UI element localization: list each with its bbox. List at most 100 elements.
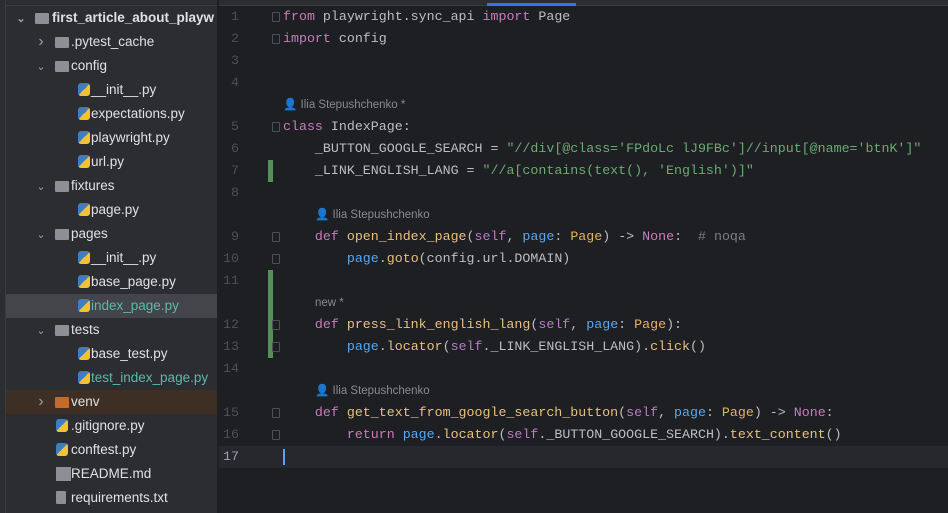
author-inlay-hint[interactable]: 👤 Ilia Stepushchenko * xyxy=(283,94,405,116)
tree-item[interactable]: .gitignore.py xyxy=(6,414,217,438)
code-token: _BUTTON_GOOGLE_SEARCH = xyxy=(283,141,507,156)
code-line[interactable]: 1 from playwright.sync_api import Page xyxy=(219,6,948,28)
tree-item[interactable]: conftest.py xyxy=(6,438,217,462)
tree-item[interactable]: url.py xyxy=(6,150,217,174)
code-token: : xyxy=(705,405,722,420)
fold-marker-icon[interactable] xyxy=(272,430,280,440)
fold-marker-icon[interactable] xyxy=(272,122,280,132)
code-line[interactable]: 5 class IndexPage: xyxy=(219,116,948,138)
tree-item[interactable]: base_page.py xyxy=(6,270,217,294)
code-token: page xyxy=(586,317,619,332)
line-number: 1 xyxy=(231,9,239,24)
tree-item[interactable]: requirements.txt xyxy=(6,486,217,510)
code-token: self xyxy=(450,339,483,354)
code-token: playwright.sync_api xyxy=(314,9,483,24)
code-text: from playwright.sync_api import Page xyxy=(283,6,570,28)
fold-marker-icon[interactable] xyxy=(272,34,280,44)
tree-item-label: expectations.py xyxy=(91,106,185,121)
fold-marker-icon[interactable] xyxy=(272,342,280,352)
tree-item[interactable]: playwright.py xyxy=(6,126,217,150)
code-line[interactable]: 10 page.goto(config.url.DOMAIN) xyxy=(219,248,948,270)
code-token: locator xyxy=(386,339,443,354)
code-token: . xyxy=(434,427,443,442)
tree-item[interactable]: README.md xyxy=(6,462,217,486)
tree-item[interactable]: __init__.py xyxy=(6,246,217,270)
code-line[interactable]: 8 xyxy=(219,182,948,204)
excluded-folder-icon xyxy=(55,397,69,408)
line-number: 11 xyxy=(223,273,239,288)
tree-item-label: conftest.py xyxy=(71,442,137,457)
code-line[interactable]: 12 def press_link_english_lang(self, pag… xyxy=(219,314,948,336)
tree-item[interactable]: ⌄ config xyxy=(6,54,217,78)
chevron-down-icon[interactable]: ⌄ xyxy=(36,174,46,198)
tree-item-label: fixtures xyxy=(71,178,115,193)
tree-item[interactable]: page.py xyxy=(6,198,217,222)
code-token: page xyxy=(674,405,706,420)
chevron-down-icon[interactable]: ⌄ xyxy=(36,318,46,342)
tree-item[interactable]: ⌄ pages xyxy=(6,222,217,246)
code-token: ._LINK_ENGLISH_LANG). xyxy=(482,339,651,354)
code-line[interactable]: 2 import config xyxy=(219,28,948,50)
code-line[interactable]: 16 return page.locator(self._BUTTON_GOOG… xyxy=(219,424,948,446)
tree-item[interactable]: index_page.py xyxy=(6,294,217,318)
python-file-icon xyxy=(78,371,90,384)
tree-item[interactable]: __init__.py xyxy=(6,78,217,102)
chevron-down-icon[interactable]: ⌄ xyxy=(16,6,26,30)
tree-item-label: __init__.py xyxy=(91,82,157,97)
vcs-change-marker[interactable] xyxy=(268,160,273,182)
chevron-down-icon[interactable]: ⌄ xyxy=(36,222,46,246)
tree-item[interactable]: expectations.py xyxy=(6,102,217,126)
code-line[interactable]: 14 xyxy=(219,358,948,380)
line-number: 8 xyxy=(231,185,239,200)
author-inlay-hint[interactable]: new * xyxy=(315,292,344,314)
code-line[interactable]: 15 def get_text_from_google_search_butto… xyxy=(219,402,948,424)
vcs-change-marker[interactable] xyxy=(268,292,273,314)
fold-marker-icon[interactable] xyxy=(272,320,280,330)
line-number: 2 xyxy=(231,31,239,46)
code-token: self xyxy=(626,405,659,420)
tree-item[interactable]: base_test.py xyxy=(6,342,217,366)
code-token: () xyxy=(825,427,842,442)
fold-marker-icon[interactable] xyxy=(272,254,280,264)
chevron-right-icon[interactable]: › xyxy=(36,390,46,414)
code-line[interactable]: 4 xyxy=(219,72,948,94)
code-line[interactable]: 7 _LINK_ENGLISH_LANG = "//a[contains(tex… xyxy=(219,160,948,182)
author-inlay-hint[interactable]: 👤 Ilia Stepushchenko xyxy=(315,380,430,402)
tree-item[interactable]: test_index_page.py xyxy=(6,366,217,390)
code-token: locator xyxy=(442,427,499,442)
code-line[interactable]: 6 _BUTTON_GOOGLE_SEARCH = "//div[@class=… xyxy=(219,138,948,160)
code-line[interactable]: 13 page.locator(self._LINK_ENGLISH_LANG)… xyxy=(219,336,948,358)
tree-item[interactable]: ⌄ first_article_about_playw xyxy=(6,6,217,30)
fold-marker-icon[interactable] xyxy=(272,408,280,418)
folder-icon xyxy=(55,325,69,336)
code-author-annotation[interactable]: 👤 Ilia Stepushchenko xyxy=(219,380,948,402)
tree-item[interactable]: ⌄ fixtures xyxy=(6,174,217,198)
code-line[interactable]: 17 xyxy=(219,446,948,468)
code-author-annotation[interactable]: 👤 Ilia Stepushchenko xyxy=(219,204,948,226)
chevron-down-icon[interactable]: ⌄ xyxy=(36,54,46,78)
code-token: _LINK_ENGLISH_LANG = xyxy=(283,163,483,178)
fold-marker-icon[interactable] xyxy=(272,12,280,22)
tree-item-label: requirements.txt xyxy=(71,490,168,505)
chevron-right-icon[interactable]: › xyxy=(36,30,46,54)
vcs-change-marker[interactable] xyxy=(268,270,273,292)
tree-item[interactable]: ⌄ tests xyxy=(6,318,217,342)
code-editor[interactable]: 1 from playwright.sync_api import Page 2 im… xyxy=(219,6,948,513)
package-folder-icon xyxy=(55,61,69,72)
code-token: page xyxy=(346,251,379,266)
code-line[interactable]: 9 def open_index_page(self, page: Page) … xyxy=(219,226,948,248)
code-text: import config xyxy=(283,28,387,50)
tree-item[interactable]: › venv xyxy=(6,390,217,414)
line-number: 9 xyxy=(231,229,239,244)
code-token: Page xyxy=(634,317,667,332)
fold-marker-icon[interactable] xyxy=(272,232,280,242)
author-inlay-hint[interactable]: 👤 Ilia Stepushchenko xyxy=(315,204,430,226)
python-file-icon xyxy=(56,419,68,432)
code-line[interactable]: 11 xyxy=(219,270,948,292)
code-author-annotation[interactable]: new * xyxy=(219,292,948,314)
python-file-icon xyxy=(78,203,90,216)
tree-item[interactable]: › .pytest_cache xyxy=(6,30,217,54)
code-author-annotation[interactable]: 👤 Ilia Stepushchenko * xyxy=(219,94,948,116)
code-line[interactable]: 3 xyxy=(219,50,948,72)
code-token: Page xyxy=(530,9,571,24)
